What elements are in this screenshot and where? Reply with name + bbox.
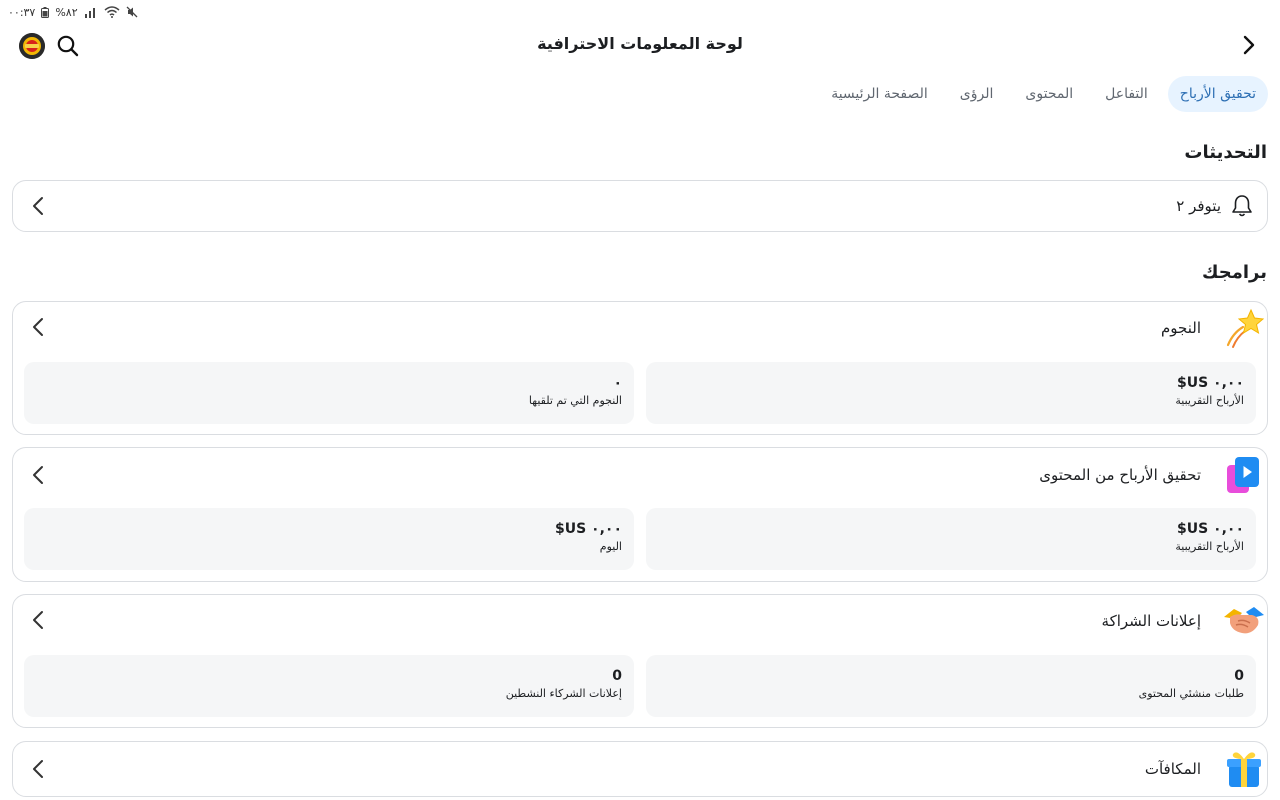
content-monetization-label: تحقيق الأرباح من المحتوى [1039,466,1201,484]
partnership-ads-stats: 0 طلبات منشئي المحتوى 0 إعلانات الشركاء … [24,655,1256,717]
updates-available-label: يتوفر ٢ [1176,197,1221,215]
page-title: لوحة المعلومات الاحترافية [537,34,743,53]
content-monetization-card: تحقيق الأرباح من المحتوى ٠,٠٠ US$ الأربا… [12,447,1268,582]
programs-heading: برامجك [1201,262,1267,283]
updates-heading: التحديثات [1184,142,1267,163]
stars-received-value: ٠ [613,375,622,391]
stars-estimated-earnings-caption: الأرباح التقريبية [1175,394,1244,407]
chevron-left-icon [27,757,49,781]
gift-icon [1221,742,1267,796]
battery-icon [41,6,50,18]
chevron-left-icon [27,608,49,632]
rewards-label: المكافآت [1144,760,1201,778]
stars-program-card: النجوم ٠,٠٠ US$ الأرباح التقريبية ٠ النج… [12,301,1268,435]
tab-insights[interactable]: الرؤى [948,76,1006,112]
signal-icon [84,7,98,18]
content-today-value: ٠,٠٠ US$ [554,521,622,537]
chevron-left-icon [27,463,49,487]
back-arrow-icon [1243,35,1255,55]
content-monetization-stats: ٠,٠٠ US$ الأرباح التقريبية ٠,٠٠ US$ اليو… [24,508,1256,570]
top-app-bar: لوحة المعلومات الاحترافية [0,28,1280,62]
chevron-left-icon [27,315,49,339]
creator-requests-caption: طلبات منشئي المحتوى [1138,687,1244,700]
stat-tile: 0 إعلانات الشركاء النشطين [24,655,634,717]
content-estimated-earnings-value: ٠,٠٠ US$ [1176,521,1244,537]
partnership-ads-card: إعلانات الشراكة 0 طلبات منشئي المحتوى 0 … [12,594,1268,728]
tab-monetization[interactable]: تحقيق الأرباح [1167,76,1268,112]
stars-stats: ٠,٠٠ US$ الأرباح التقريبية ٠ النجوم التي… [24,362,1256,424]
stars-card-header[interactable]: النجوم [13,302,1267,354]
content-monetization-header[interactable]: تحقيق الأرباح من المحتوى [13,448,1267,502]
status-time: ٠٠:٣٧ [8,5,36,19]
creator-requests-value: 0 [1234,668,1244,684]
stat-tile: ٠ النجوم التي تم تلقيها [24,362,634,424]
updates-row[interactable]: يتوفر ٢ [13,181,1267,231]
stars-estimated-earnings-value: ٠,٠٠ US$ [1176,375,1244,391]
handshake-icon [1221,595,1267,647]
tab-home[interactable]: الصفحة الرئيسية [819,76,940,112]
tab-content[interactable]: المحتوى [1013,76,1085,112]
mute-icon [126,6,138,18]
updates-card[interactable]: يتوفر ٢ [12,180,1268,232]
stat-tile: ٠,٠٠ US$ الأرباح التقريبية [646,362,1256,424]
shooting-star-icon [1221,302,1267,354]
rewards-card[interactable]: المكافآت [12,741,1268,797]
content-play-icon [1221,448,1267,502]
stat-tile: ٠,٠٠ US$ اليوم [24,508,634,570]
active-partner-ads-caption: إعلانات الشركاء النشطين [505,687,622,700]
content-estimated-earnings-caption: الأرباح التقريبية [1175,540,1244,553]
stat-tile: 0 طلبات منشئي المحتوى [646,655,1256,717]
chevron-left-icon [27,194,49,218]
rewards-header[interactable]: المكافآت [13,742,1267,796]
stars-label: النجوم [1161,319,1201,337]
status-bar: ٠٠:٣٧ %٨٢ [8,4,138,20]
active-partner-ads-value: 0 [612,668,622,684]
partnership-ads-header[interactable]: إعلانات الشراكة [13,595,1267,647]
battery-percent: %٨٢ [55,5,78,19]
dashboard-tabs: الصفحة الرئيسية الرؤى المحتوى التفاعل تح… [819,76,1268,112]
tab-engagement[interactable]: التفاعل [1093,76,1160,112]
back-button[interactable] [1234,30,1264,60]
professional-dashboard-page: ٠٠:٣٧ %٨٢ لوحة المعلومات الاحترافية الصف… [0,0,1280,800]
bell-icon [1217,181,1267,231]
stat-tile: ٠,٠٠ US$ الأرباح التقريبية [646,508,1256,570]
wifi-icon [104,6,120,18]
stars-received-caption: النجوم التي تم تلقيها [528,394,622,407]
partnership-ads-label: إعلانات الشراكة [1101,612,1201,630]
content-today-caption: اليوم [599,540,622,553]
